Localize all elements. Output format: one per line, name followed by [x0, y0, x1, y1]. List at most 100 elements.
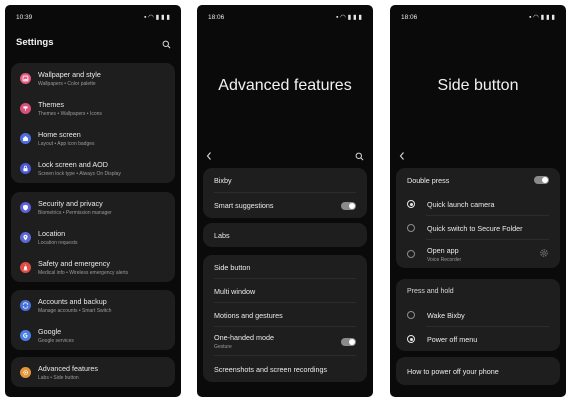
option-label: Open app — [427, 245, 459, 255]
option-power-off-menu[interactable]: Power off menu — [396, 327, 560, 351]
settings-group-display: Wallpaper and style Wallpapers • Color pa… — [11, 63, 175, 183]
home-icon — [20, 132, 31, 144]
option-secure-folder[interactable]: Quick switch to Secure Folder — [396, 216, 560, 240]
themes-icon — [20, 102, 31, 114]
item-sub: Location requests — [38, 239, 78, 246]
settings-item-google[interactable]: Google Google services — [11, 320, 175, 350]
settings-screen: 10:39 ▪ ◠ ▮ ▮ ▮ Settings Wallpaper and s… — [5, 5, 181, 397]
radio-unselected[interactable] — [407, 311, 415, 319]
advanced-features-icon — [20, 366, 31, 378]
option-wake-bixby[interactable]: Wake Bixby — [396, 303, 560, 327]
list-item-motions-gestures[interactable]: Motions and gestures — [203, 303, 367, 327]
list-item-side-button[interactable]: Side button — [203, 255, 367, 279]
list-item-labs[interactable]: Labs — [203, 223, 367, 247]
search-icon[interactable] — [162, 36, 171, 54]
status-time: 18:06 — [401, 13, 418, 21]
option-sub: Voice Recorder — [427, 256, 462, 263]
settings-group-advanced: Advanced features Labs • Side button — [11, 357, 175, 387]
item-sub: Google services — [38, 337, 74, 344]
item-sub: Biometrics • Permission manager — [38, 209, 112, 216]
status-icons: ▪ ◠ ▮ ▮ ▮ — [529, 14, 555, 21]
status-bar: 18:06 ▪ ◠ ▮ ▮ ▮ — [401, 12, 555, 22]
item-label: Motions and gestures — [214, 310, 283, 320]
settings-item-security[interactable]: Security and privacy Biometrics • Permiss… — [11, 192, 175, 222]
item-label: Location — [38, 228, 66, 238]
radio-selected[interactable] — [407, 200, 415, 208]
settings-item-lock-screen[interactable]: Lock screen and AOD Screen lock type • Al… — [11, 153, 175, 183]
radio-selected[interactable] — [407, 335, 415, 343]
status-icons: ▪ ◠ ▮ ▮ ▮ — [144, 14, 170, 21]
double-press-label: Double press — [407, 175, 450, 185]
toolbar — [398, 148, 557, 162]
settings-item-advanced-features[interactable]: Advanced features Labs • Side button — [11, 357, 175, 387]
page-title: Advanced features — [218, 77, 352, 94]
google-icon — [20, 329, 31, 341]
option-label: Quick launch camera — [427, 199, 495, 209]
status-icons: ▪ ◠ ▮ ▮ ▮ — [336, 14, 362, 21]
item-label: One-handed mode — [214, 333, 274, 342]
advanced-features-screen: 18:06 ▪ ◠ ▮ ▮ ▮ Advanced features Bixby … — [197, 5, 373, 397]
page-title: Settings — [16, 37, 54, 48]
search-icon[interactable] — [355, 148, 364, 166]
item-label: Labs — [214, 230, 230, 240]
radio-unselected[interactable] — [407, 250, 415, 258]
advanced-group-bixby: Bixby Smart suggestions — [203, 168, 367, 218]
back-icon[interactable] — [205, 148, 213, 166]
help-link-label: How to power off your phone — [407, 366, 499, 376]
settings-group-accounts: Accounts and backup Manage accounts • Sma… — [11, 290, 175, 350]
item-sub: Labs • Side button — [38, 374, 79, 381]
item-label: Google — [38, 326, 62, 336]
back-icon[interactable] — [398, 148, 406, 166]
side-button-screen: 18:06 ▪ ◠ ▮ ▮ ▮ Side button Double press… — [390, 5, 566, 397]
list-item-smart-suggestions[interactable]: Smart suggestions — [203, 193, 367, 218]
settings-item-wallpaper[interactable]: Wallpaper and style Wallpapers • Color pa… — [11, 63, 175, 93]
settings-item-accounts[interactable]: Accounts and backup Manage accounts • Sma… — [11, 290, 175, 320]
gear-icon[interactable] — [539, 245, 549, 263]
list-item-bixby[interactable]: Bixby — [203, 168, 367, 193]
lock-icon — [20, 162, 31, 174]
list-item-one-handed-mode[interactable]: One-handed mode Gesture — [203, 327, 367, 356]
location-icon — [20, 231, 31, 243]
wallpaper-icon — [20, 72, 31, 84]
one-handed-mode-toggle[interactable] — [341, 337, 356, 346]
shield-icon — [20, 201, 31, 213]
item-sub: Screen lock type • Always On Display — [38, 170, 121, 177]
option-label: Quick switch to Secure Folder — [427, 223, 523, 233]
list-item-multi-window[interactable]: Multi window — [203, 279, 367, 303]
item-label: Themes — [38, 99, 64, 109]
option-label: Power off menu — [427, 334, 478, 344]
settings-item-home-screen[interactable]: Home screen Layout • App icon badges — [11, 123, 175, 153]
settings-item-location[interactable]: Location Location requests — [11, 222, 175, 252]
item-label: Home screen — [38, 129, 81, 139]
item-label: Multi window — [214, 286, 256, 296]
item-label: Side button — [214, 262, 251, 272]
press-and-hold-group: Press and hold Wake Bixby Power off menu — [396, 279, 560, 351]
settings-item-themes[interactable]: Themes Themes • Wallpapers • Icons — [11, 93, 175, 123]
item-label: Smart suggestions — [214, 201, 274, 210]
item-label: Bixby — [214, 176, 232, 185]
page-title: Side button — [437, 77, 519, 94]
item-label: Security and privacy — [38, 198, 103, 208]
option-label: Wake Bixby — [427, 310, 465, 320]
accounts-icon — [20, 299, 31, 311]
smart-suggestions-toggle[interactable] — [341, 201, 356, 210]
settings-group-security: Security and privacy Biometrics • Permiss… — [11, 192, 175, 282]
item-sub: Gesture — [214, 344, 232, 350]
status-time: 10:39 — [16, 13, 33, 21]
press-and-hold-header: Press and hold — [407, 287, 454, 295]
list-item-screenshots[interactable]: Screenshots and screen recordings — [203, 356, 367, 382]
advanced-group-labs: Labs — [203, 223, 367, 247]
radio-unselected[interactable] — [407, 224, 415, 232]
double-press-header[interactable]: Double press — [396, 168, 560, 192]
option-open-app[interactable]: Open app Voice Recorder — [396, 240, 560, 268]
option-quick-launch-camera[interactable]: Quick launch camera — [396, 192, 560, 216]
item-label: Advanced features — [38, 363, 98, 373]
power-off-help-link[interactable]: How to power off your phone — [396, 357, 560, 385]
double-press-group: Double press Quick launch camera Quick s… — [396, 168, 560, 268]
item-label: Accounts and backup — [38, 296, 107, 306]
emergency-icon — [20, 261, 31, 273]
help-group: How to power off your phone — [396, 357, 560, 385]
toolbar — [205, 148, 364, 162]
settings-item-safety[interactable]: Safety and emergency Medical info • Wirel… — [11, 252, 175, 282]
double-press-toggle[interactable] — [534, 176, 549, 184]
